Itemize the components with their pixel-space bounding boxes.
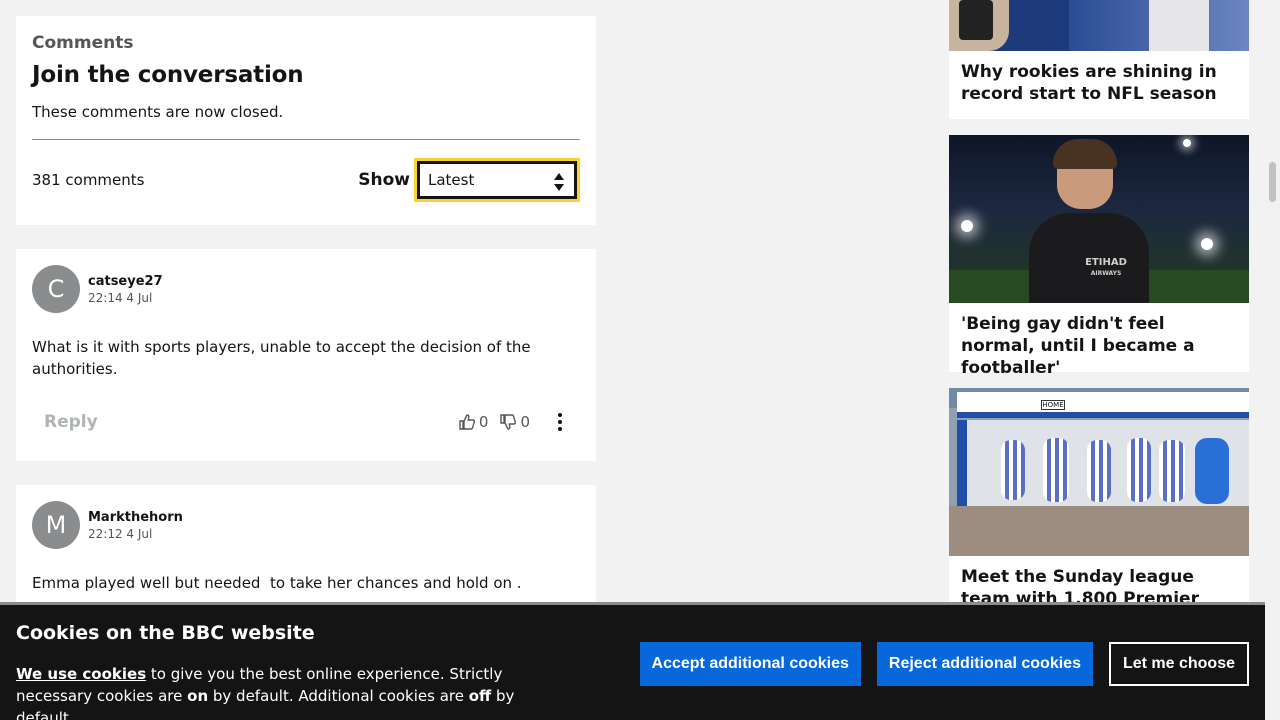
comment-username[interactable]: catseye27 (88, 274, 163, 289)
comment-text: What is it with sports players, unable t… (32, 338, 531, 378)
shirt-sponsor-text: ETIHAD (1085, 257, 1127, 268)
comments-header-panel: Comments Join the conversation These com… (16, 16, 596, 225)
conversation-title: Join the conversation (32, 62, 304, 88)
sort-arrows-icon (554, 173, 564, 191)
scrollbar-thumb[interactable] (1269, 162, 1276, 202)
page-scrollbar[interactable] (1265, 0, 1280, 720)
comment-header: C catseye27 22:14 4 Jul (32, 265, 580, 313)
promo-card-title: 'Being gay didn't feel normal, until I b… (961, 314, 1195, 378)
cookie-banner-title: Cookies on the BBC website (16, 622, 315, 644)
we-use-cookies-link[interactable]: We use cookies (16, 665, 146, 683)
promo-card[interactable]: ETIHAD AIRWAYS 'Being gay didn't feel no… (949, 135, 1249, 378)
avatar: C (32, 265, 80, 313)
thumbs-up-icon[interactable] (459, 414, 475, 430)
reply-button[interactable]: Reply (44, 412, 98, 432)
avatar: M (32, 501, 80, 549)
american-football-player-photo (949, 0, 1249, 51)
comment-header: M Markthehorn 22:12 4 Jul (32, 501, 580, 549)
accept-cookies-button[interactable]: Accept additional cookies (639, 642, 861, 686)
promo-card[interactable]: HOME Meet the Sunday league team with 1,… (949, 388, 1249, 631)
thumbs-down-icon[interactable] (500, 414, 517, 430)
comments-closed-message: These comments are now closed. (32, 103, 284, 121)
sort-control: Show Latest (358, 158, 580, 202)
dugout-sign: HOME (1041, 400, 1065, 410)
dislikes-count: 0 (520, 413, 530, 431)
sunday-league-team-dugout-photo: HOME (949, 388, 1249, 556)
let-me-choose-button[interactable]: Let me choose (1108, 642, 1249, 686)
comment-text: Emma played well but needed to take her … (32, 574, 522, 592)
divider (32, 139, 580, 140)
shirt-sponsor-subtext: AIRWAYS (1090, 270, 1122, 277)
promo-card[interactable]: Why rookies are shining in record start … (949, 0, 1249, 119)
comment-count-row: 381 comments Show Latest (32, 157, 580, 203)
comment-card: C catseye27 22:14 4 Jul What is it with … (16, 249, 596, 461)
reject-cookies-button[interactable]: Reject additional cookies (876, 642, 1093, 686)
comment-count: 381 comments (32, 171, 145, 189)
comment-card: M Markthehorn 22:12 4 Jul Emma played we… (16, 485, 596, 615)
comment-timestamp: 22:12 4 Jul (88, 526, 153, 541)
cookie-banner: Cookies on the BBC website We use cookie… (0, 602, 1265, 720)
cookie-banner-text: We use cookies to give you the best onli… (16, 665, 515, 720)
promo-card-title: Why rookies are shining in record start … (961, 62, 1217, 104)
comment-actions: Reply 0 0 (32, 407, 580, 437)
comment-username[interactable]: Markthehorn (88, 510, 183, 525)
comment-timestamp: 22:14 4 Jul (88, 290, 153, 305)
sort-select-value: Latest (428, 171, 475, 189)
show-label: Show (358, 170, 410, 190)
likes-count: 0 (478, 413, 489, 431)
female-footballer-photo: ETIHAD AIRWAYS (949, 135, 1249, 303)
cookie-buttons: Accept additional cookies Reject additio… (639, 642, 1249, 686)
vote-controls: 0 0 (459, 413, 530, 431)
comments-section-label: Comments (32, 33, 134, 53)
more-options-icon[interactable] (550, 412, 570, 432)
sort-select[interactable]: Latest (414, 158, 580, 202)
